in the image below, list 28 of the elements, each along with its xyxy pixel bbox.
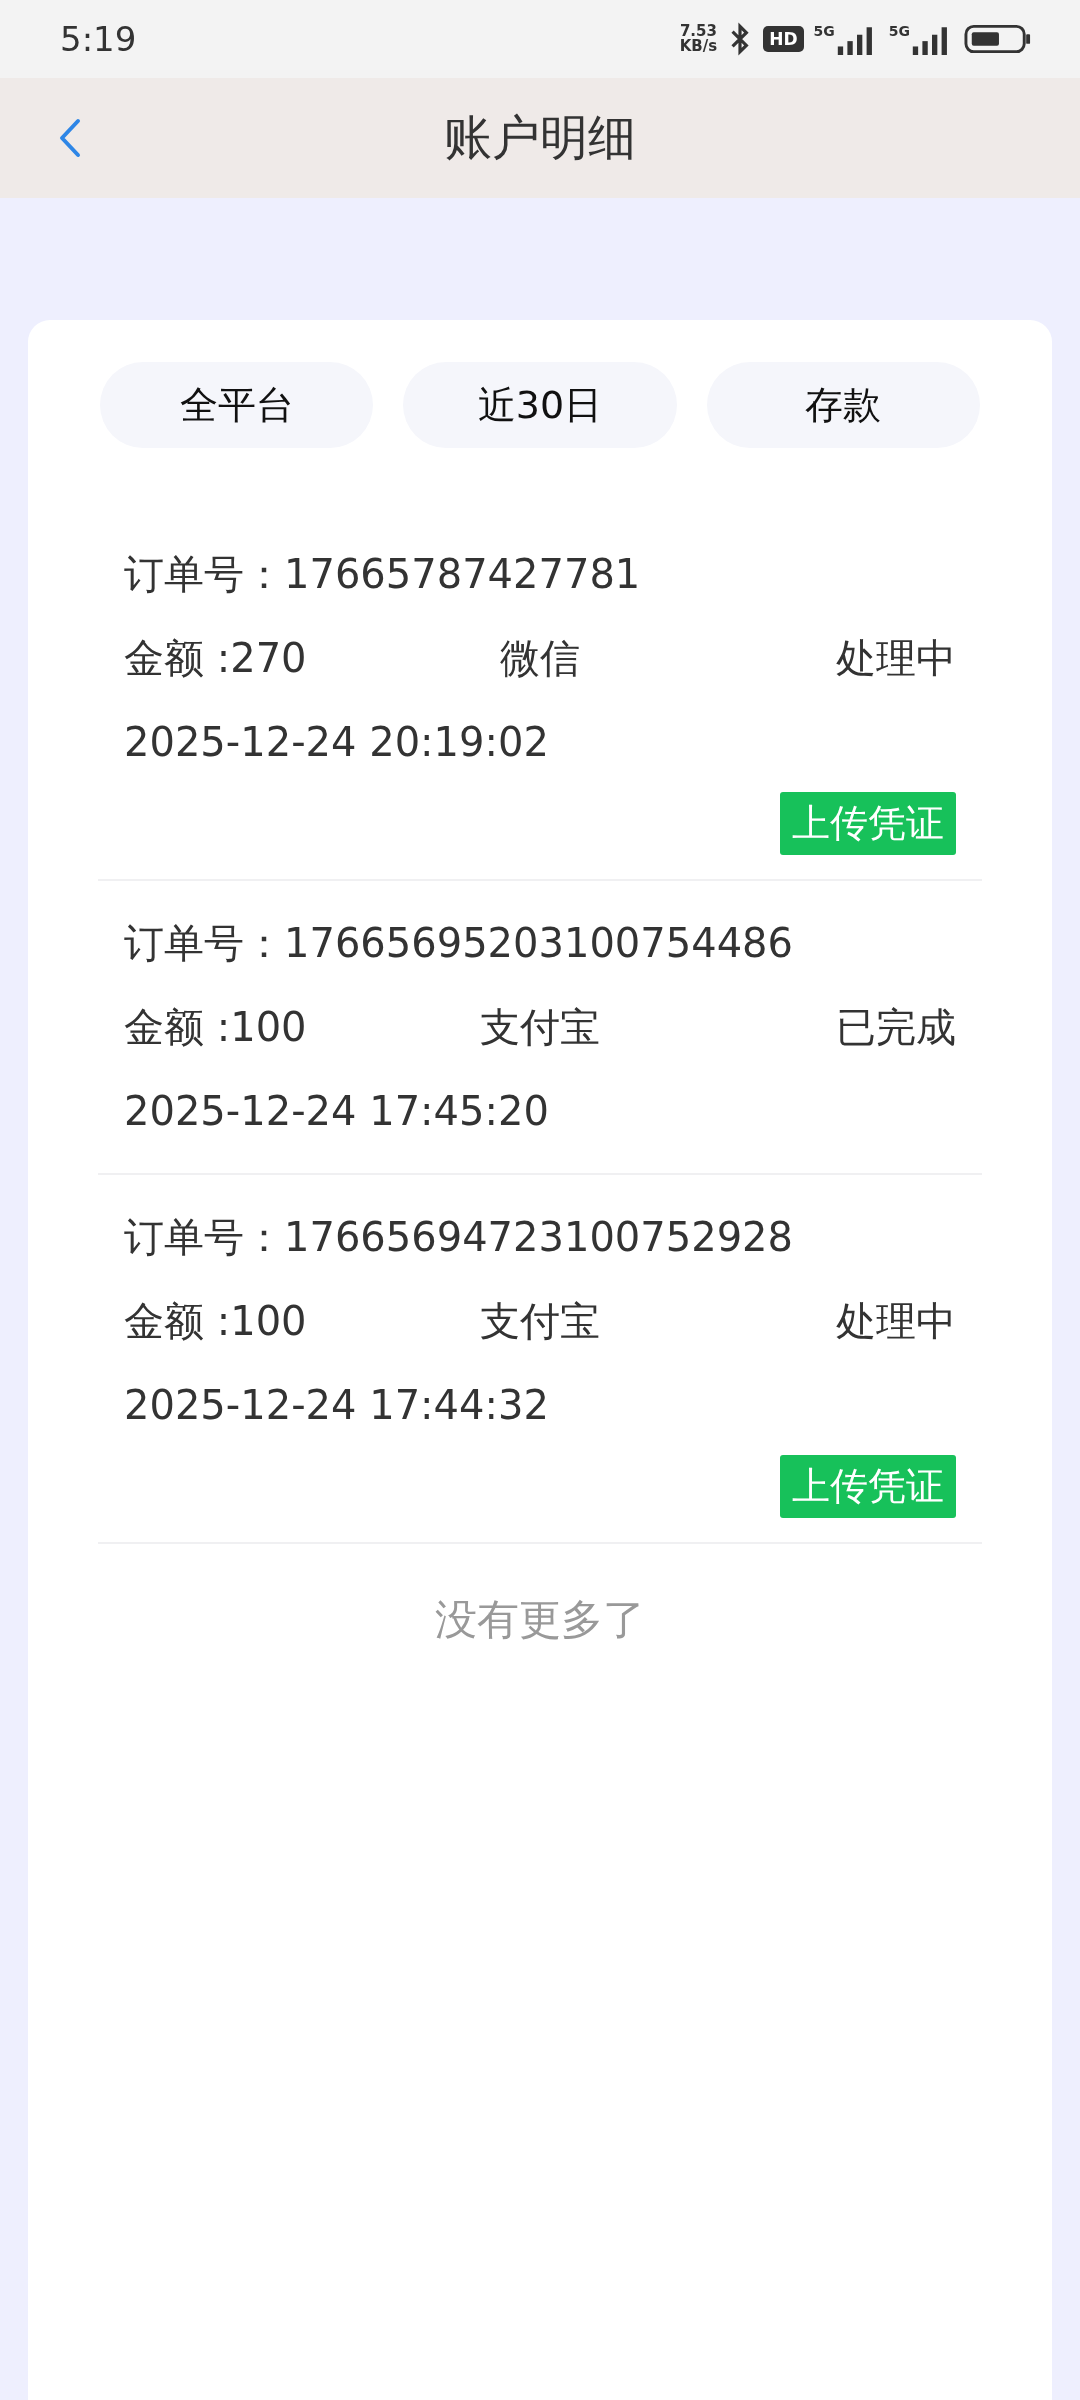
order-amount: 金额 :100 xyxy=(124,1296,308,1346)
order-time: 2025-12-24 20:19:02 xyxy=(124,718,550,767)
order-status: 处理中 xyxy=(835,633,956,683)
hd-voice-badge: HD xyxy=(763,26,804,52)
network-speed-unit: KB/s xyxy=(679,39,718,54)
filter-button[interactable]: 近30日 xyxy=(403,362,677,448)
payment-method: 支付宝 xyxy=(479,1296,601,1346)
filter-button[interactable]: 全平台 xyxy=(100,362,374,448)
payment-method: 微信 xyxy=(499,633,581,683)
filter-button[interactable]: 存款 xyxy=(706,362,980,448)
order-amount: 金额 :100 xyxy=(124,1002,308,1052)
order-amount: 金额 :270 xyxy=(124,633,308,683)
order-status: 已完成 xyxy=(835,1002,956,1052)
clock-time: 5:19 xyxy=(60,19,137,59)
network-type-label: 5G xyxy=(813,23,835,39)
network-type-label: 5G xyxy=(888,23,910,39)
order-time: 2025-12-24 17:44:32 xyxy=(124,1381,550,1430)
battery-icon xyxy=(964,23,1032,55)
page-title: 账户明细 xyxy=(444,108,636,167)
order-time: 2025-12-24 17:45:20 xyxy=(124,1087,550,1136)
payment-method: 支付宝 xyxy=(479,1002,601,1052)
order-status: 处理中 xyxy=(835,1296,956,1346)
end-of-list-note: 没有更多了 xyxy=(435,1595,645,1644)
order-number: 订单号：17665694723100752928 xyxy=(124,1212,794,1262)
order-number: 订单号：17665787427781 xyxy=(124,549,642,599)
order-number: 订单号：17665695203100754486 xyxy=(124,918,794,968)
back-icon[interactable] xyxy=(58,118,82,158)
network-speed: 7.53 xyxy=(679,24,717,39)
